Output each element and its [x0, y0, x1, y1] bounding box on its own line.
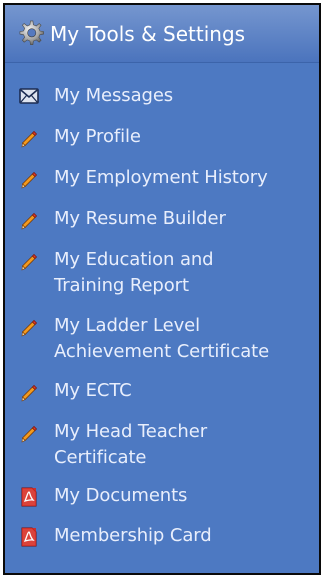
- pencil-icon: [21, 212, 38, 230]
- panel-title: My Tools & Settings: [50, 21, 246, 46]
- pencil-icon: [21, 130, 38, 148]
- pencil-icon: [21, 425, 38, 443]
- tools-settings-panel: My Tools & Settings My Messages My Profi…: [3, 3, 321, 575]
- menu-item-my-documents[interactable]: My Documents: [5, 483, 319, 509]
- menu-item-my-ectc[interactable]: My ECTC: [5, 378, 319, 404]
- menu-item-my-profile[interactable]: My Profile: [5, 124, 319, 150]
- menu-item-label: My Documents: [54, 485, 188, 506]
- menu-item-label: My Resume Builder: [54, 208, 226, 229]
- menu-item-label: My Messages: [54, 85, 174, 106]
- menu-item-label: My Profile: [54, 126, 141, 147]
- pencil-icon: [21, 171, 38, 189]
- menu-item-my-education-training-report[interactable]: My Education and Training Report: [5, 247, 319, 299]
- pdf-icon: [21, 527, 37, 547]
- menu-item-label: My ECTC: [54, 380, 132, 401]
- pencil-icon: [21, 253, 38, 271]
- menu-item-label: My Ladder Level Achievement Certificate: [54, 315, 270, 362]
- menu-item-membership-card[interactable]: Membership Card: [5, 523, 319, 549]
- menu-item-label: My Employment History: [54, 167, 268, 188]
- pencil-icon: [21, 384, 38, 402]
- envelope-icon: [19, 88, 39, 104]
- panel-header: My Tools & Settings: [5, 5, 319, 63]
- menu-item-label: My Head Teacher Certificate: [54, 421, 208, 468]
- pencil-icon: [21, 319, 38, 337]
- menu-item-my-resume-builder[interactable]: My Resume Builder: [5, 206, 319, 232]
- menu-item-my-messages[interactable]: My Messages: [5, 83, 319, 109]
- gear-icon: [19, 20, 44, 45]
- menu-item-my-employment-history[interactable]: My Employment History: [5, 165, 319, 191]
- menu-item-my-head-teacher-certificate[interactable]: My Head Teacher Certificate: [5, 419, 319, 471]
- menu-item-label: Membership Card: [54, 525, 212, 546]
- menu-item-label: My Education and Training Report: [54, 249, 214, 296]
- pdf-icon: [21, 487, 37, 507]
- menu-item-my-ladder-level-certificate[interactable]: My Ladder Level Achievement Certificate: [5, 313, 319, 365]
